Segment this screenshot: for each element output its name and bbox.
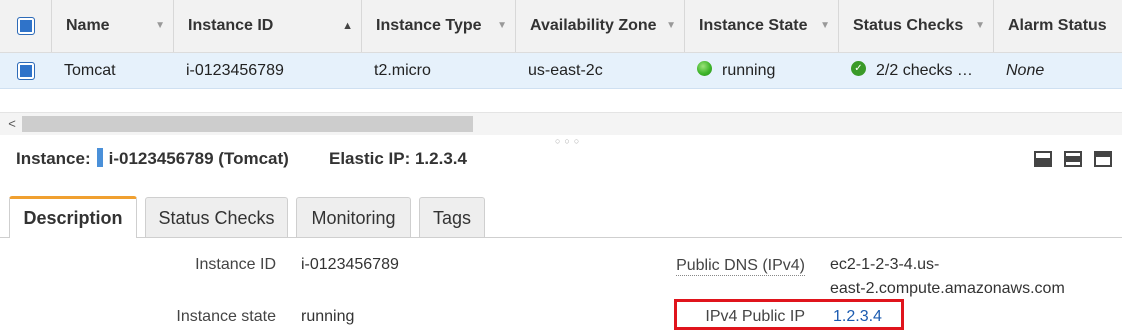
layout-top-icon[interactable] [1094,151,1112,167]
cell-instance-state: running [697,53,775,88]
cell-instance-id: i-0123456789 [186,62,284,79]
cell-name: Tomcat [64,62,116,79]
checkmark-icon: ✓ [851,61,866,77]
cell-availability-zone: us-east-2c [528,62,603,79]
row-select-checkbox[interactable] [17,62,35,80]
column-header-name[interactable]: Name ▼ [52,0,174,52]
column-header-availability-zone[interactable]: Availability Zone ▼ [516,0,685,52]
column-header-instance-type[interactable]: Instance Type ▼ [362,0,516,52]
sort-arrow-icon[interactable]: ▼ [975,0,985,52]
column-header-instance-state[interactable]: Instance State ▼ [685,0,839,52]
tab-tags[interactable]: Tags [419,197,485,237]
public-dns-label: Public DNS (IPv4) [640,257,805,276]
elastic-ip-label: Elastic IP: 1.2.3.4 [329,149,467,168]
cell-status-checks: ✓ 2/2 checks … [851,53,986,88]
cell-instance-type: t2.micro [374,62,431,79]
column-header-label: Instance Type [376,17,482,34]
scroll-left-icon[interactable]: < [4,113,20,135]
running-status-icon [697,61,712,77]
public-dns-label-text: Public DNS (IPv4) [676,257,805,276]
instance-state-label: Instance state [176,308,276,325]
status-checks-text: 2/2 checks … [876,62,973,79]
column-header-label: Status Checks [853,17,964,34]
sort-arrow-icon[interactable]: ▼ [666,0,676,52]
column-header-status-checks[interactable]: Status Checks ▼ [839,0,994,52]
instances-grid-header: Name ▼ Instance ID ▲ Instance Type ▼ Ava… [0,0,1122,53]
sort-ascending-icon[interactable]: ▲ [342,0,353,52]
column-header-alarm-status[interactable]: Alarm Status [994,0,1122,52]
layout-middle-icon[interactable] [1064,151,1082,167]
select-all-cell [0,0,52,52]
tab-status-checks[interactable]: Status Checks [145,197,288,237]
scrollbar-thumb[interactable] [22,116,473,132]
public-dns-line2: east-2.compute.amazonaws.com [830,280,1065,297]
column-header-label: Instance State [699,17,808,34]
instance-color-tag [96,148,103,168]
horizontal-scrollbar[interactable]: < [0,112,1122,135]
instance-state-text: running [722,62,776,79]
cell-alarm-status: None [1006,62,1045,79]
ipv4-highlight-box [674,299,904,330]
column-header-label: Availability Zone [530,17,657,34]
instance-id-label: Instance ID [195,256,276,273]
instance-id-value: i-0123456789 [301,256,399,273]
sort-arrow-icon[interactable]: ▼ [155,0,165,52]
column-header-label: Alarm Status [1008,17,1107,34]
detail-instance-title: Instance: i-0123456789 (Tomcat) [16,146,289,172]
sort-arrow-icon[interactable]: ▼ [497,0,507,52]
instance-value: i-0123456789 (Tomcat) [108,149,289,168]
pane-splitter-handle[interactable]: ○○○ [555,136,583,146]
column-header-instance-id[interactable]: Instance ID ▲ [174,0,362,52]
instance-state-value: running [301,308,355,325]
column-header-label: Instance ID [188,17,274,34]
column-header-label: Name [66,17,110,34]
sort-arrow-icon[interactable]: ▼ [820,0,830,52]
public-dns-line1: ec2-1-2-3-4.us- [830,256,940,273]
layout-bottom-icon[interactable] [1034,151,1052,167]
instance-label: Instance: [16,149,91,168]
tab-description[interactable]: Description [9,196,137,238]
table-row[interactable]: Tomcat i-0123456789 t2.micro us-east-2c … [0,53,1122,89]
select-all-checkbox[interactable] [17,17,35,35]
tab-monitoring[interactable]: Monitoring [296,197,411,237]
